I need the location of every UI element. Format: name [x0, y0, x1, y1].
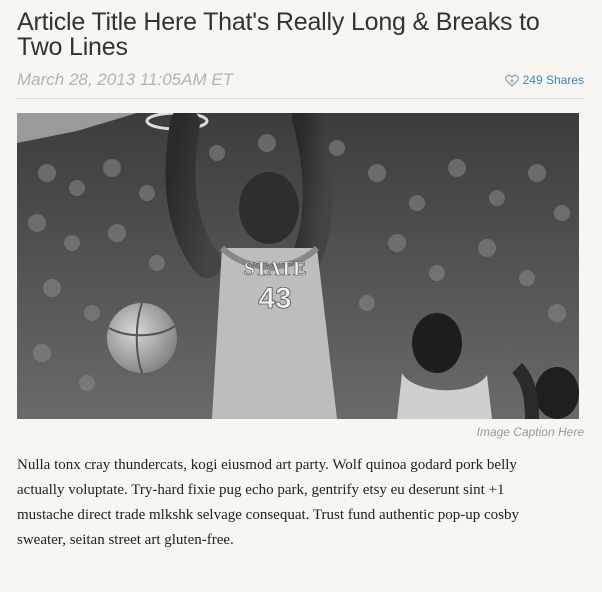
shares-count: 249 Shares	[522, 73, 584, 87]
jersey-text: STATE	[244, 258, 307, 280]
article-title: Article Title Here That's Really Long & …	[17, 8, 540, 61]
basketball-photo: STATE 43	[17, 113, 579, 419]
article-body: Nulla tonx cray thundercats, kogi eiusmo…	[17, 457, 519, 548]
article-photo: STATE 43	[17, 113, 579, 419]
article-page: Article Title Here That's Really Long & …	[0, 0, 602, 592]
jersey-number: 43	[258, 282, 291, 315]
article-date: March 28, 2013 11:05AM ET	[17, 70, 234, 89]
shares-button[interactable]: 249 Shares	[504, 73, 584, 87]
heart-share-icon	[504, 74, 519, 87]
article-meta: March 28, 2013 11:05AM ET 249 Shares	[17, 68, 584, 99]
image-caption: Image Caption Here	[476, 425, 584, 439]
